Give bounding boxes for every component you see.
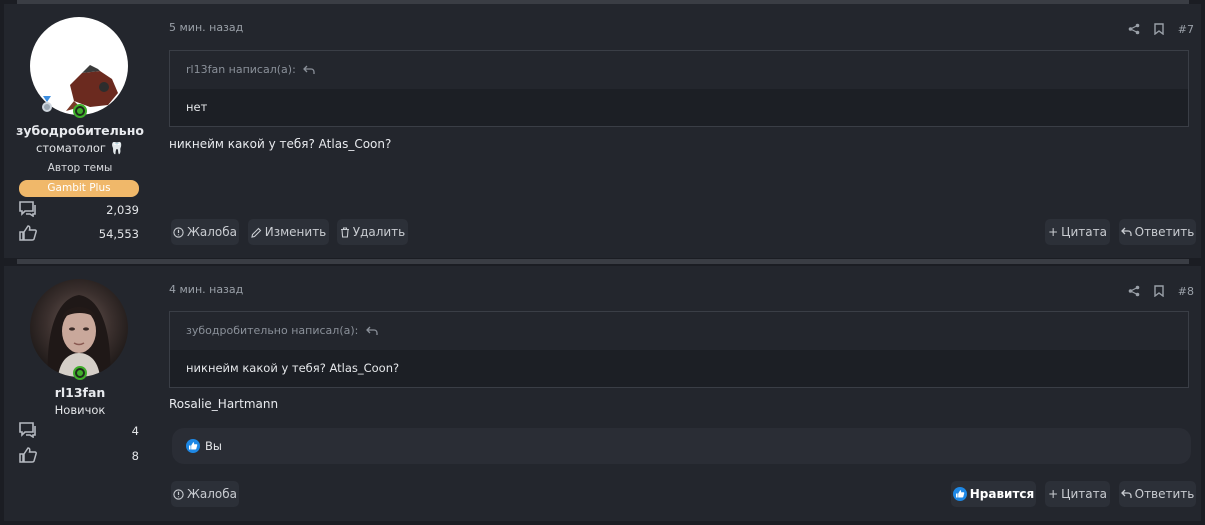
avatar-image (47, 295, 111, 377)
reply-icon (1120, 489, 1132, 498)
user-panel: rl13fan Новичок 4 8 (4, 266, 156, 521)
messages-stat[interactable]: 4 (19, 422, 139, 440)
share-icon[interactable] (1128, 285, 1140, 297)
report-icon (173, 226, 184, 238)
quote-block: зубодробительно написал(а): никнейм како… (169, 311, 1189, 388)
post-tools: #8 (1128, 283, 1194, 299)
pencil-icon (251, 227, 262, 238)
edit-label: Изменить (264, 225, 327, 239)
bookmark-icon[interactable] (1154, 23, 1164, 35)
like-button[interactable]: Нравится (951, 481, 1036, 507)
reactions-count: 8 (131, 449, 139, 463)
like-label: Нравится (969, 487, 1035, 501)
message-text: никнейм какой у тебя? Atlas_Coon? (169, 137, 392, 151)
user-banner: Gambit Plus (19, 180, 139, 197)
medal-icon (42, 96, 52, 112)
reply-label: Ответить (1134, 225, 1195, 239)
post-time[interactable]: 5 мин. назад (169, 21, 243, 34)
edit-button[interactable]: Изменить (248, 219, 329, 245)
username[interactable]: rl13fan (4, 385, 156, 400)
user-title: стоматолог 🦷 (36, 141, 124, 155)
report-label: Жалоба (186, 487, 238, 501)
messages-icon (19, 422, 36, 438)
report-icon (173, 488, 184, 500)
quote-label: Цитата (1061, 487, 1107, 501)
plus-icon: + (1048, 225, 1059, 239)
reactions-count: 54,553 (98, 227, 139, 241)
reply-icon (1120, 227, 1132, 236)
delete-button[interactable]: Удалить (337, 219, 408, 245)
messages-stat[interactable]: 2,039 (19, 201, 139, 219)
avatar[interactable] (30, 279, 128, 377)
like-reaction-icon (952, 487, 967, 501)
reactions-stat[interactable]: 8 (19, 447, 139, 465)
post-content: 5 мин. назад #7 rl13fan написал(а): нет … (169, 4, 1196, 258)
quote-label: Цитата (1061, 225, 1107, 239)
post-number[interactable]: #8 (1178, 285, 1194, 298)
post-7: зубодробительно стоматолог 🦷 Автор темы … (4, 4, 1201, 258)
delete-label: Удалить (352, 225, 406, 239)
quote-text: нет (170, 89, 1188, 126)
post-8: rl13fan Новичок 4 8 4 мин. назад #8 зубо… (4, 266, 1201, 521)
report-button[interactable]: Жалоба (171, 219, 239, 245)
reply-button[interactable]: Ответить (1119, 219, 1196, 245)
user-panel: зубодробительно стоматолог 🦷 Автор темы … (4, 4, 156, 258)
post-divider (17, 259, 1189, 264)
report-button[interactable]: Жалоба (171, 481, 239, 507)
reply-label: Ответить (1134, 487, 1195, 501)
plus-icon: + (1048, 487, 1059, 501)
messages-count: 2,039 (106, 203, 139, 217)
online-status-icon (73, 366, 87, 380)
like-reaction-icon (186, 439, 200, 453)
messages-count: 4 (131, 424, 139, 438)
bookmark-icon[interactable] (1154, 285, 1164, 297)
post-time[interactable]: 4 мин. назад (169, 283, 243, 296)
trash-icon (340, 226, 349, 238)
post-content: 4 мин. назад #8 зубодробительно написал(… (169, 266, 1196, 521)
share-icon[interactable] (1128, 23, 1140, 35)
quote-author[interactable]: зубодробительно написал(а): (186, 324, 358, 337)
author-tag: Автор темы (47, 162, 113, 174)
quote-header[interactable]: rl13fan написал(а): (170, 51, 1188, 89)
reply-arrow-icon[interactable] (303, 65, 315, 75)
report-label: Жалоба (186, 225, 238, 239)
reply-arrow-icon[interactable] (365, 326, 378, 336)
quote-button[interactable]: + Цитата (1045, 481, 1110, 507)
quote-text: никнейм какой у тебя? Atlas_Coon? (170, 350, 1188, 387)
post-number[interactable]: #7 (1178, 23, 1194, 36)
reactions-stat[interactable]: 54,553 (19, 225, 139, 243)
quote-block: rl13fan написал(а): нет (169, 50, 1189, 127)
quote-button[interactable]: + Цитата (1045, 219, 1110, 245)
online-status-icon (73, 104, 87, 118)
likes-text[interactable]: Вы (205, 439, 222, 453)
reply-button[interactable]: Ответить (1119, 481, 1196, 507)
messages-icon (19, 201, 36, 217)
likes-bar[interactable]: Вы (172, 428, 1191, 464)
post-tools: #7 (1128, 21, 1194, 37)
user-title: Новичок (54, 403, 106, 417)
username[interactable]: зубодробительно (4, 123, 156, 138)
message-text: Rosalie_Hartmann (169, 397, 279, 411)
quote-author[interactable]: rl13fan написал(а): (186, 63, 296, 76)
thumbs-up-icon (19, 447, 37, 463)
quote-header[interactable]: зубодробительно написал(а): (170, 312, 1188, 350)
thumbs-up-icon (19, 225, 37, 241)
